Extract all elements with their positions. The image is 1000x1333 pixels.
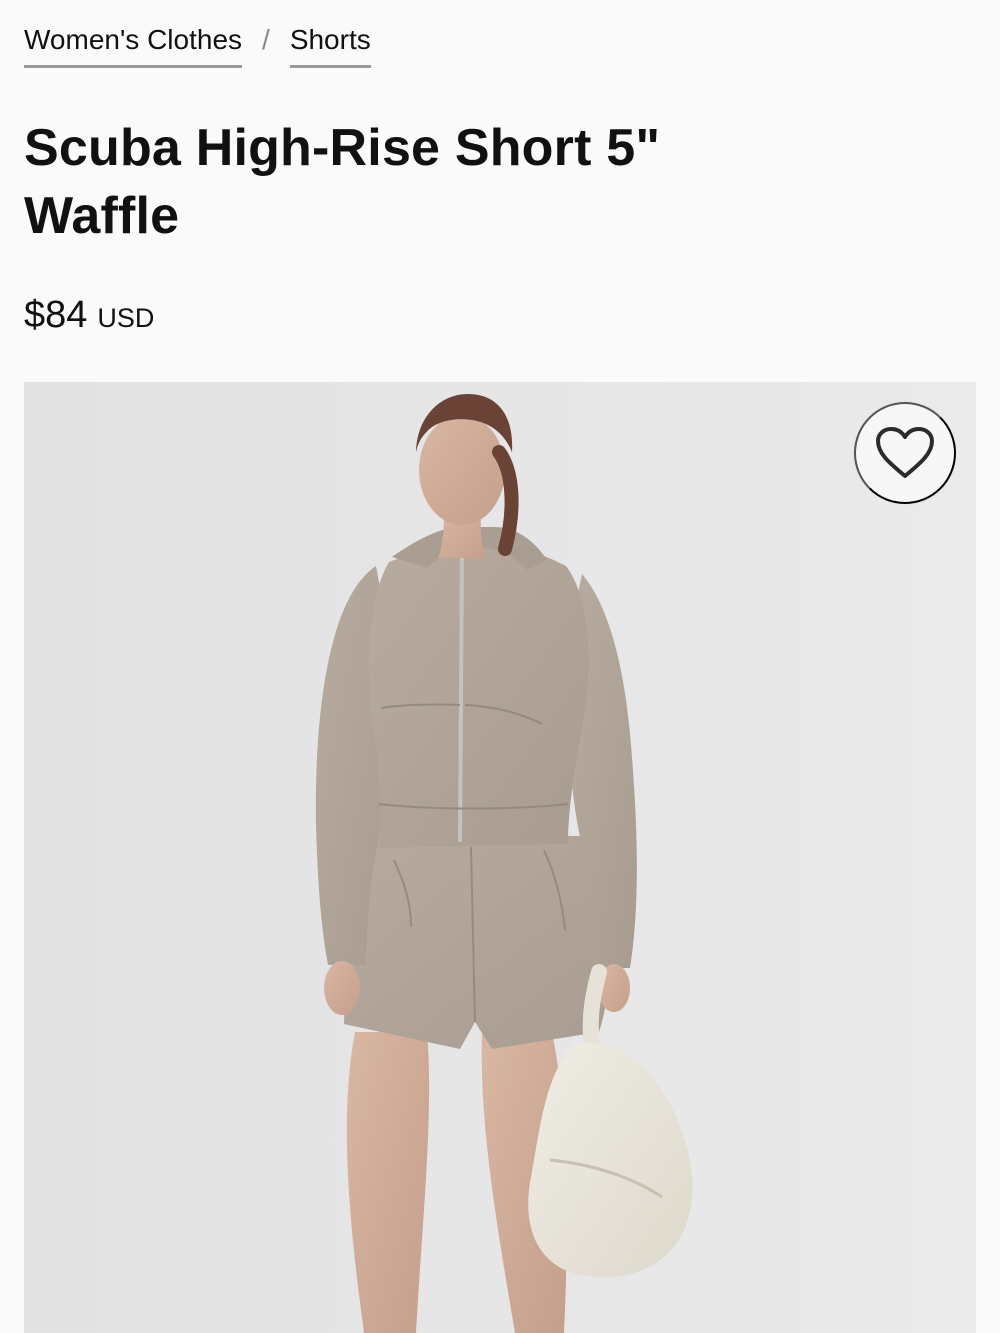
wishlist-button[interactable] <box>854 402 956 504</box>
breadcrumb-separator: / <box>262 24 270 55</box>
product-title: Scuba High-Rise Short 5" Waffle <box>24 119 661 245</box>
breadcrumb-womens-clothes[interactable]: Women's Clothes <box>24 22 243 68</box>
product-price: $84 USD <box>24 292 154 341</box>
left-leg <box>346 1032 430 1333</box>
product-image[interactable] <box>24 382 976 1333</box>
left-hand <box>324 961 360 1015</box>
shorts <box>344 836 610 1049</box>
hoodie-zipper <box>458 547 464 843</box>
bag-strap <box>582 964 607 1057</box>
price-amount: $84 <box>24 294 88 336</box>
face <box>419 415 505 525</box>
hoodie-body <box>368 542 589 848</box>
product-page: Women's Clothes / Shorts Scuba High-Rise… <box>0 0 1000 1333</box>
product-image-container[interactable] <box>24 382 976 1333</box>
breadcrumb: Women's Clothes / Shorts <box>24 22 371 68</box>
breadcrumb-shorts[interactable]: Shorts <box>289 22 371 68</box>
price-currency: USD <box>97 303 155 333</box>
heart-outline-icon <box>876 427 934 478</box>
